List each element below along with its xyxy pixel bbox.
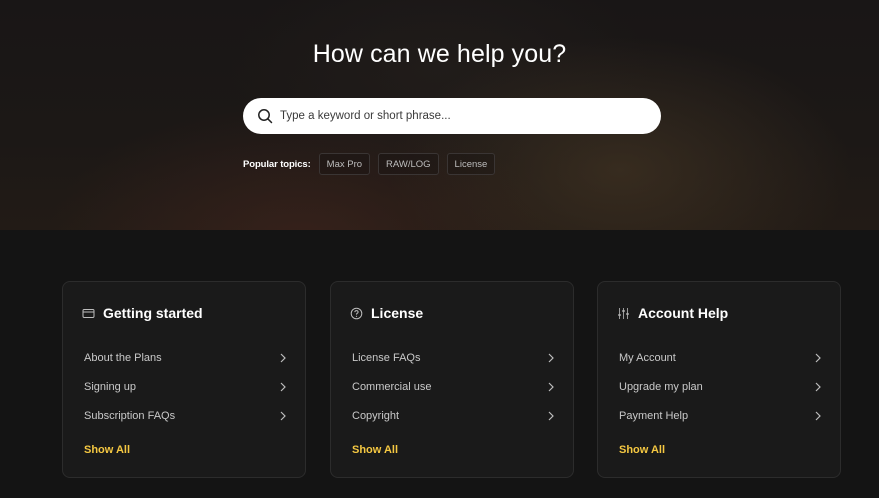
chevron-right-icon: [547, 411, 555, 421]
show-all-link[interactable]: Show All: [352, 444, 398, 456]
link-my-account[interactable]: My Account: [619, 343, 822, 372]
chevron-right-icon: [814, 382, 822, 392]
chevron-right-icon: [547, 382, 555, 392]
card-license: License License FAQs Commercial use Copy…: [330, 281, 574, 478]
page-title: How can we help you?: [312, 40, 567, 68]
link-label: About the Plans: [84, 351, 162, 364]
link-label: Copyright: [352, 409, 400, 422]
card-getting-started: Getting started About the Plans Signing …: [62, 281, 306, 478]
card-links: My Account Upgrade my plan Payment Help: [619, 343, 822, 430]
show-all-link[interactable]: Show All: [84, 444, 130, 456]
link-commercial-use[interactable]: Commercial use: [352, 372, 555, 401]
show-all-link[interactable]: Show All: [619, 444, 665, 456]
question-circle-icon: [350, 307, 363, 320]
card-account-help: Account Help My Account Upgrade my plan …: [597, 281, 841, 478]
card-title: Getting started: [103, 305, 203, 321]
link-license-faqs[interactable]: License FAQs: [352, 343, 555, 372]
link-signing-up[interactable]: Signing up: [84, 372, 287, 401]
popular-topics-label: Popular topics:: [243, 158, 311, 170]
hero-section: How can we help you? Popular topics: Max…: [0, 0, 879, 230]
popular-topics: Popular topics: Max Pro RAW/LOG License: [243, 152, 503, 176]
card-header: Account Help: [617, 305, 728, 321]
link-copyright[interactable]: Copyright: [352, 401, 555, 430]
chevron-right-icon: [814, 353, 822, 363]
link-label: Payment Help: [619, 409, 689, 422]
link-label: My Account: [619, 351, 676, 364]
link-label: License FAQs: [352, 351, 421, 364]
card-header: Getting started: [82, 305, 203, 321]
card-header: License: [350, 305, 423, 321]
chevron-right-icon: [814, 411, 822, 421]
link-upgrade-my-plan[interactable]: Upgrade my plan: [619, 372, 822, 401]
search-input[interactable]: [280, 110, 640, 122]
topic-chip-max-pro[interactable]: Max Pro: [318, 153, 371, 175]
sliders-icon: [617, 307, 630, 320]
topic-chip-license[interactable]: License: [446, 153, 496, 175]
link-label: Signing up: [84, 380, 136, 393]
link-label: Commercial use: [352, 380, 432, 393]
chevron-right-icon: [279, 382, 287, 392]
link-label: Upgrade my plan: [619, 380, 703, 393]
card-links: License FAQs Commercial use Copyright: [352, 343, 555, 430]
topic-chip-raw-log[interactable]: RAW/LOG: [378, 153, 439, 175]
link-subscription-faqs[interactable]: Subscription FAQs: [84, 401, 287, 430]
card-title: License: [371, 305, 424, 321]
search-box[interactable]: [243, 98, 661, 134]
chevron-right-icon: [547, 353, 555, 363]
card-title: Account Help: [638, 305, 729, 321]
chevron-right-icon: [279, 411, 287, 421]
card-links: About the Plans Signing up Subscription …: [84, 343, 287, 430]
search-icon: [257, 108, 273, 124]
chevron-right-icon: [279, 353, 287, 363]
link-about-the-plans[interactable]: About the Plans: [84, 343, 287, 372]
link-payment-help[interactable]: Payment Help: [619, 401, 822, 430]
link-label: Subscription FAQs: [84, 409, 176, 422]
card-icon: [82, 307, 95, 320]
